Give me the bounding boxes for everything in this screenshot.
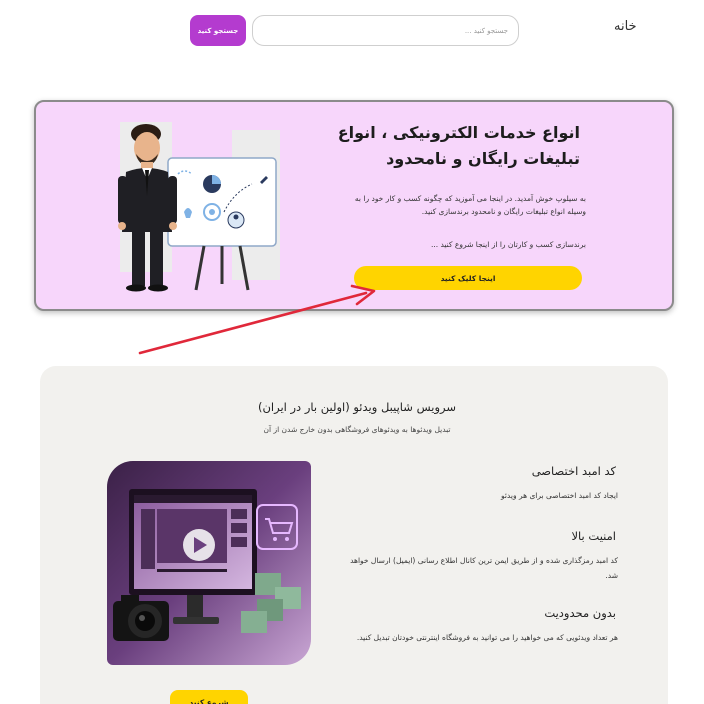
monitor-camera-illustration bbox=[107, 461, 311, 665]
hero-title: انواع خدمات الکترونیکی ، انواع تبلیغات ر… bbox=[337, 123, 580, 168]
feature-title: امنیت بالا bbox=[571, 529, 616, 543]
services-title: سرویس شاپیبل ویدئو (اولین بار در ایران) bbox=[257, 400, 456, 414]
shoppable-video-image bbox=[107, 461, 311, 665]
nav-home-link[interactable]: خانه bbox=[614, 19, 637, 34]
hero-description-secondary: برندسازی کسب و کارتان را از اینجا شروع ک… bbox=[430, 240, 586, 249]
search-button[interactable]: جستجو کنید bbox=[190, 15, 246, 46]
feature-description: هر تعداد ویدئویی که می خواهید را می توان… bbox=[356, 633, 618, 642]
page: خانه جستجو کنید انواع خدمات الکترونیکی ،… bbox=[0, 0, 704, 704]
feature-description: ایجاد کد امبد اختصاصی برای هر ویدئو bbox=[500, 491, 618, 500]
businessman-presentation-illustration bbox=[118, 122, 280, 292]
feature-description: کد امبد رمزگذاری شده و از طریق ایمن ترین… bbox=[350, 556, 618, 580]
services-subtitle: تبدیل ویدئوها به ویدئوهای فروشگاهی بدون … bbox=[263, 425, 451, 434]
hero-cta-button[interactable]: اینجا کلیک کنید bbox=[354, 266, 582, 290]
hero-description: به سیلوپ خوش آمدید. در اینجا می آموزید ک… bbox=[354, 194, 586, 216]
feature-title: بدون محدودیت bbox=[544, 606, 616, 620]
search-input[interactable] bbox=[252, 15, 519, 46]
hero-banner: انواع خدمات الکترونیکی ، انواع تبلیغات ر… bbox=[34, 100, 674, 311]
feature-title: کد امبد اختصاصی bbox=[531, 464, 616, 478]
services-cta-button[interactable]: شروع کنید bbox=[170, 690, 248, 704]
